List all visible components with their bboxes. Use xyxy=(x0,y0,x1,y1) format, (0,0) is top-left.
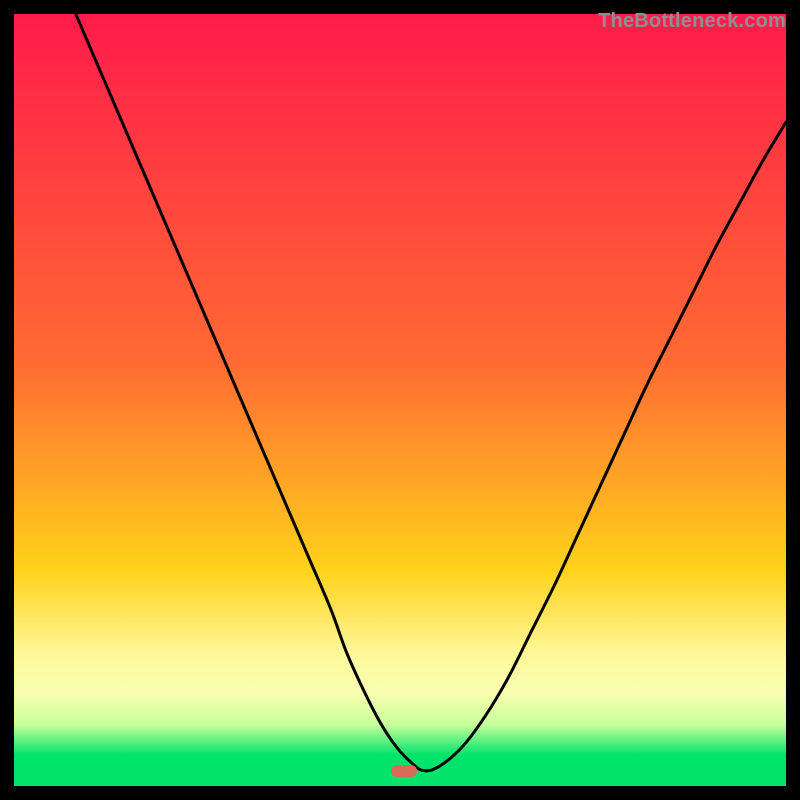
gradient-background xyxy=(14,14,786,786)
chart-frame xyxy=(14,14,786,786)
optimal-point-marker xyxy=(391,765,417,777)
credit-label: TheBottleneck.com xyxy=(598,10,786,33)
bottleneck-plot xyxy=(14,14,786,786)
